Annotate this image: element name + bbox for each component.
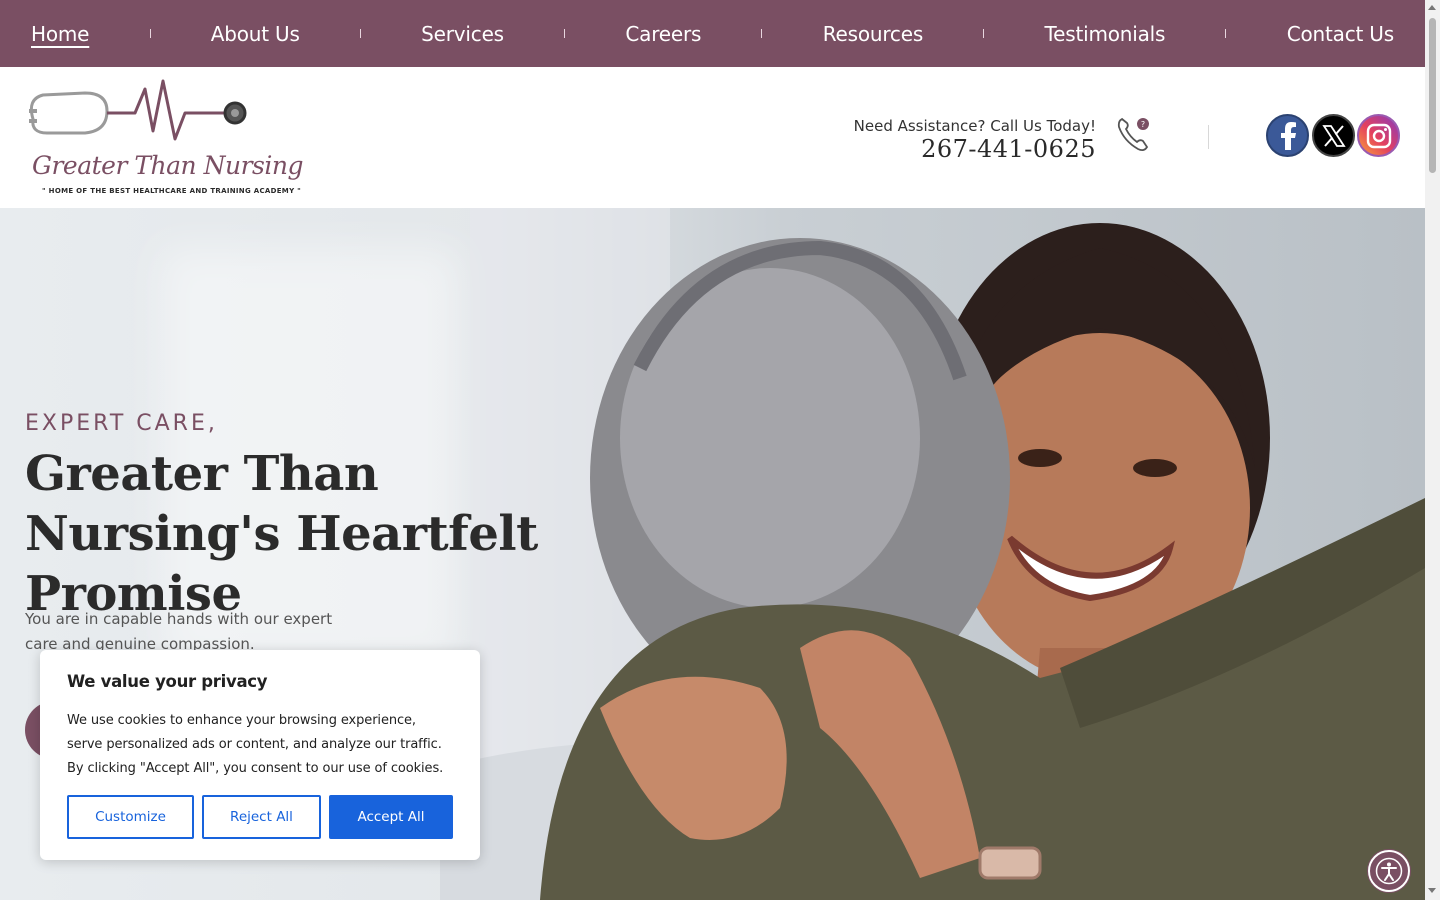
instagram-icon[interactable] xyxy=(1357,114,1400,157)
hero-title: Greater Than Nursing's Heartfelt Promise xyxy=(25,446,538,622)
phone-icon[interactable]: ? xyxy=(1116,115,1156,153)
logo-tagline: " HOME OF THE BEST HEALTHCARE AND TRAINI… xyxy=(42,187,302,195)
customize-button[interactable]: Customize xyxy=(67,795,194,839)
nav-separator xyxy=(149,29,151,38)
scrollbar-thumb[interactable] xyxy=(1429,18,1436,173)
accept-all-button[interactable]: Accept All xyxy=(329,795,453,839)
nav-testimonials[interactable]: Testimonials xyxy=(1045,22,1166,46)
accessibility-button[interactable] xyxy=(1368,850,1410,892)
nav-careers[interactable]: Careers xyxy=(625,22,701,46)
nav-home[interactable]: Home xyxy=(31,22,89,46)
assistance-label: Need Assistance? Call Us Today! xyxy=(853,117,1096,135)
hero-photo-nurse-hugging-patient xyxy=(440,223,1425,900)
scroll-up-arrow-icon[interactable] xyxy=(1428,5,1436,10)
nav-resources[interactable]: Resources xyxy=(823,22,924,46)
page-scrollbar[interactable] xyxy=(1425,0,1440,900)
top-nav: Home About Us Services Careers Resources… xyxy=(0,0,1425,67)
nav-separator xyxy=(564,29,566,38)
cookie-text: We use cookies to enhance your browsing … xyxy=(67,713,444,776)
svg-text:?: ? xyxy=(1141,120,1145,129)
scroll-down-arrow-icon[interactable] xyxy=(1428,888,1436,893)
cookie-title: We value your privacy xyxy=(67,672,268,691)
stethoscope-logo-icon xyxy=(29,79,247,141)
facebook-icon[interactable] xyxy=(1266,114,1309,157)
nav-contact-us[interactable]: Contact Us xyxy=(1287,22,1394,46)
nav-separator xyxy=(359,29,361,38)
site-logo[interactable]: Greater Than Nursing " HOME OF THE BEST … xyxy=(25,79,303,199)
nav-separator xyxy=(1225,29,1227,38)
site-header: Greater Than Nursing " HOME OF THE BEST … xyxy=(0,67,1425,208)
x-icon[interactable] xyxy=(1312,114,1355,157)
nav-about-us[interactable]: About Us xyxy=(211,22,300,46)
nav-services[interactable]: Services xyxy=(421,22,504,46)
assistance-block: Need Assistance? Call Us Today! 267-441-… xyxy=(854,117,1096,163)
cookie-consent-banner: We value your privacy We use cookies to … xyxy=(40,650,480,860)
cookie-buttons: Customize Reject All Accept All xyxy=(67,795,453,839)
accessibility-icon xyxy=(1375,857,1403,885)
hero-eyebrow: EXPERT CARE, xyxy=(25,411,218,436)
logo-text: Greater Than Nursing xyxy=(32,151,303,180)
nav-separator xyxy=(761,29,763,38)
nav-separator xyxy=(983,29,985,38)
reject-all-button[interactable]: Reject All xyxy=(202,795,321,839)
header-divider xyxy=(1208,125,1209,149)
phone-number[interactable]: 267-441-0625 xyxy=(854,135,1096,163)
